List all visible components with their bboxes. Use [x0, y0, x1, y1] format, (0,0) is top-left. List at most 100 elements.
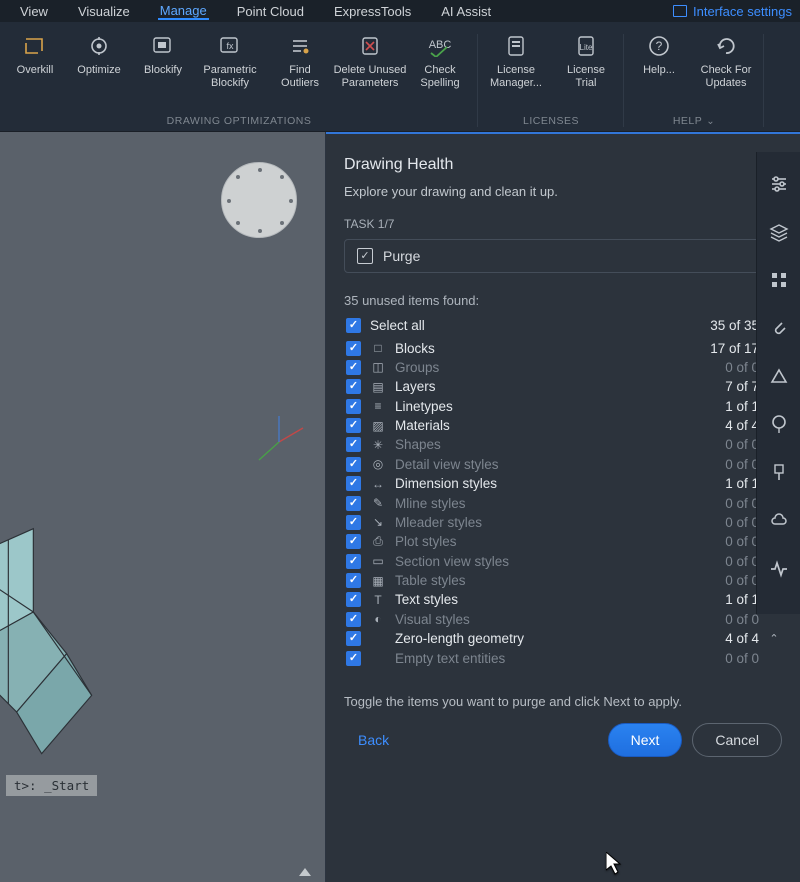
purge-checkbox[interactable]	[346, 341, 361, 356]
category-icon: ▨	[370, 419, 386, 433]
menu-ai-assist[interactable]: AI Assist	[439, 4, 493, 19]
category-icon: ▤	[370, 380, 386, 394]
purge-checkbox[interactable]	[346, 573, 361, 588]
purge-row-count: 0 of 0	[725, 457, 759, 472]
purge-row-table-styles: ▦Table styles0 of 0⌃	[344, 571, 782, 590]
purge-row-label: Visual styles	[395, 612, 716, 627]
activity-icon[interactable]	[767, 556, 791, 580]
workspace: t>: _Start Drawing Health Explore your d…	[0, 132, 800, 882]
attach-icon[interactable]	[767, 316, 791, 340]
purge-row-label: Shapes	[395, 437, 716, 452]
ribbon-btn-label: Parametric Blockify	[203, 64, 256, 90]
triangle-icon[interactable]	[767, 364, 791, 388]
select-all-checkbox[interactable]	[346, 318, 361, 333]
cancel-button[interactable]: Cancel	[692, 723, 782, 757]
ribbon-btn-label: Blockify	[144, 64, 182, 77]
ribbon-group-label: DRAWING OPTIMIZATIONS	[167, 112, 312, 131]
ribbon-btn-label: License Manager...	[490, 64, 542, 90]
interface-settings-link[interactable]: Interface settings	[673, 4, 792, 19]
ribbon-delete-unused-button[interactable]: Delete Unused Parameters	[338, 30, 402, 90]
ribbon-btn-label: Help...	[643, 64, 675, 77]
purge-checkbox[interactable]	[346, 437, 361, 452]
menu-visualize[interactable]: Visualize	[76, 4, 132, 19]
menu-manage[interactable]: Manage	[158, 3, 209, 20]
purge-checkbox[interactable]	[346, 496, 361, 511]
ribbon-btn-label: Find Outliers	[281, 64, 319, 90]
purge-checkbox[interactable]	[346, 476, 361, 491]
purge-row-layers: ▤Layers7 of 7⌃	[344, 377, 782, 396]
ribbon-group-label: HELP⌄	[673, 112, 715, 131]
blockify-icon	[148, 32, 178, 60]
purge-row-zero-length-geometry: Zero-length geometry 4 of 4 ⌃	[344, 629, 782, 648]
cloud-icon[interactable]	[767, 508, 791, 532]
category-icon: ↔	[370, 477, 386, 491]
purge-checkbox[interactable]	[346, 612, 361, 627]
purge-row-label: Materials	[395, 418, 716, 433]
menu-view[interactable]: View	[18, 4, 50, 19]
ribbon-overkill-button[interactable]: Overkill	[6, 30, 64, 90]
purge-row-count: 1 of 1	[725, 592, 759, 607]
purge-row-empty-text-entities: Empty text entities0 of 0⌃	[344, 648, 782, 667]
purge-row-mline-styles: ✎Mline styles0 of 0⌃	[344, 493, 782, 512]
layers-icon[interactable]	[767, 220, 791, 244]
ribbon-help--button[interactable]: ? Help...	[630, 30, 688, 90]
viewcube-compass[interactable]	[221, 162, 297, 238]
purge-checkbox[interactable]	[346, 418, 361, 433]
category-icon: ◫	[370, 360, 386, 374]
brush-icon[interactable]	[767, 460, 791, 484]
grid-icon[interactable]	[767, 268, 791, 292]
purge-checkbox[interactable]	[346, 554, 361, 569]
menu-point-cloud[interactable]: Point Cloud	[235, 4, 306, 19]
ribbon-license-button[interactable]: License Manager...	[484, 30, 548, 90]
ribbon-group-drawing-optimizations: OverkillOptimize Blockify fxParametric Blo…	[0, 30, 478, 131]
purge-row-label: Linetypes	[395, 399, 716, 414]
ribbon-license-button[interactable]: LiteLicense Trial	[554, 30, 618, 90]
interface-settings-icon	[673, 5, 687, 17]
ribbon-find-button[interactable]: Find Outliers	[268, 30, 332, 90]
find-outliers-icon	[285, 32, 315, 60]
purge-row-label: Zero-length geometry	[395, 631, 716, 646]
select-all-label: Select all	[370, 318, 701, 333]
ribbon-check-for-button[interactable]: Check For Updates	[694, 30, 758, 90]
purge-checkbox[interactable]	[346, 457, 361, 472]
purge-row-count: 7 of 7	[725, 379, 759, 394]
help-icon: ?	[644, 32, 674, 60]
purge-row-label: Detail view styles	[395, 457, 716, 472]
purge-checkbox[interactable]	[346, 631, 361, 646]
purge-checkbox[interactable]	[346, 515, 361, 530]
purge-row-label: Text styles	[395, 592, 716, 607]
back-button[interactable]: Back	[344, 726, 403, 754]
purge-checkbox[interactable]	[346, 592, 361, 607]
purge-checkbox[interactable]	[346, 651, 361, 666]
chevron-up-icon[interactable]: ⌃	[768, 632, 780, 645]
task-progress-label: TASK 1/7	[344, 217, 782, 231]
purge-checkbox[interactable]	[346, 399, 361, 414]
menubar: View Visualize Manage Point Cloud Expres…	[0, 0, 800, 22]
purge-checkbox[interactable]	[346, 534, 361, 549]
purge-row-mleader-styles: ↘Mleader styles0 of 0⌃	[344, 513, 782, 532]
purge-row-count: 0 of 0	[725, 534, 759, 549]
settings-sliders-icon[interactable]	[767, 172, 791, 196]
purge-row-linetypes: ≡Linetypes1 of 1⌃	[344, 397, 782, 416]
menu-expresstools[interactable]: ExpressTools	[332, 4, 413, 19]
viewport-3d[interactable]: t>: _Start	[0, 132, 326, 882]
purge-row-count: 4 of 4	[725, 631, 759, 646]
ribbon-parametric-button[interactable]: fxParametric Blockify	[198, 30, 262, 90]
ribbon-check-button[interactable]: ABCCheck Spelling	[408, 30, 472, 90]
category-icon: □	[370, 341, 386, 355]
purge-checkbox[interactable]	[346, 360, 361, 375]
svg-text:Lite: Lite	[580, 43, 593, 52]
purge-row-section-view-styles: ▭Section view styles0 of 0⌃	[344, 552, 782, 571]
command-expand-icon[interactable]	[299, 868, 311, 876]
ribbon-blockify-button[interactable]: Blockify	[134, 30, 192, 90]
ribbon-optimize-button[interactable]: Optimize	[70, 30, 128, 90]
purge-row-visual-styles: ◐Visual styles0 of 0⌃	[344, 610, 782, 629]
balloon-icon[interactable]	[767, 412, 791, 436]
next-button[interactable]: Next	[608, 723, 683, 757]
command-line[interactable]: t>: _Start	[6, 775, 97, 796]
purge-checkbox[interactable]	[346, 379, 361, 394]
purge-row-label: Mleader styles	[395, 515, 716, 530]
panel-buttons: Back Next Cancel	[344, 723, 782, 757]
check-updates-icon	[711, 32, 741, 60]
purge-row-shapes: ✳Shapes0 of 0⌃	[344, 435, 782, 454]
